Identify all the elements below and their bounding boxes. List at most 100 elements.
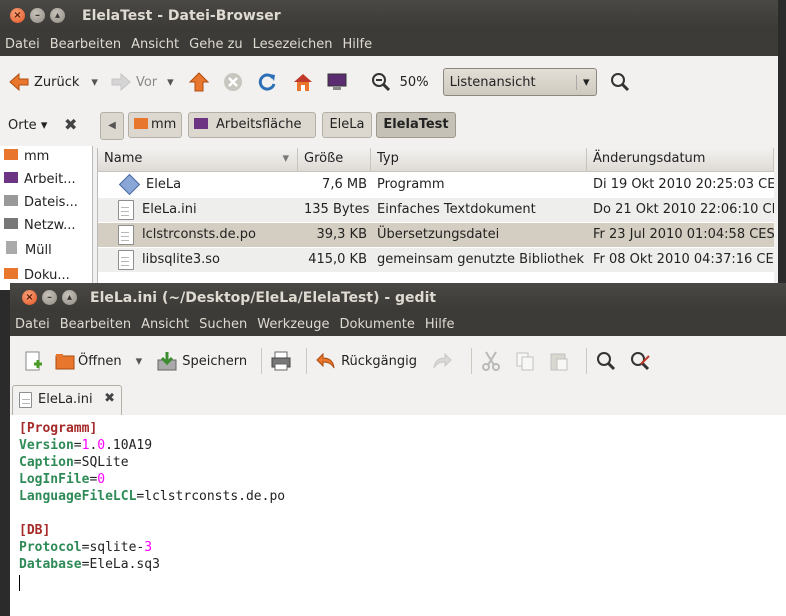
folder-icon [4,268,18,279]
menu-hilfe[interactable]: Hilfe [420,317,460,332]
sidebar-item-mm[interactable]: mm [4,149,49,164]
minimize-icon[interactable]: – [30,8,45,23]
menu-bearbeiten[interactable]: Bearbeiten [55,317,136,332]
menu-datei[interactable]: Datei [0,37,45,52]
cut-icon[interactable] [480,350,502,372]
search-icon[interactable] [595,350,617,372]
minimize-icon[interactable]: – [42,290,57,305]
menu-lesezeichen[interactable]: Lesezeichen [248,37,338,52]
forward-button[interactable]: Vor [110,71,157,93]
breadcrumb-arbeitsflaeche[interactable]: Arbeitsfläche [188,112,316,138]
places-sidebar: mm Arbeit... Dateis... Netzw... Müll Dok… [0,146,93,290]
window-title: EleLa.ini (~/Desktop/EleLa/ElelaTest) - … [90,290,437,306]
close-icon[interactable]: × [22,290,37,305]
search-icon[interactable] [609,71,631,93]
reload-icon[interactable] [256,71,278,93]
redo-icon[interactable] [431,350,453,372]
file-row[interactable]: EleLa.ini 135 Bytes Einfaches Textdokume… [98,198,774,222]
file-name-cell: lclstrconsts.de.po [98,223,298,247]
sidebar-item-dateisystem[interactable]: Dateis... [4,195,78,210]
open-button[interactable]: Öffnen [54,350,122,372]
new-document-icon[interactable] [22,350,44,372]
menu-dokumente[interactable]: Dokumente [335,317,420,332]
tab-strip: EleLa.ini ✖ [10,383,786,416]
arrow-right-icon [111,72,131,92]
breadcrumb-mm[interactable]: mm [128,112,182,138]
menu-bearbeiten[interactable]: Bearbeiten [45,37,126,52]
close-tab-icon[interactable]: ✖ [104,391,115,406]
menu-gehe-zu[interactable]: Gehe zu [184,37,248,52]
view-mode-select[interactable]: Listenansicht ▾ [442,68,597,96]
gedit-titlebar[interactable]: × – ▴ EleLa.ini (~/Desktop/EleLa/ElelaTe… [10,283,786,313]
column-header-name[interactable]: Name ▾ [98,148,298,172]
sidebar-item-label: Dateis... [24,195,78,210]
toolbar-separator [306,348,308,374]
file-row[interactable]: lclstrconsts.de.po 39,3 KB Übersetzungsd… [98,223,774,247]
menu-hilfe[interactable]: Hilfe [338,37,378,52]
file-browser-window: × – ▴ ElelaTest - Datei-Browser Datei Be… [0,0,778,290]
copy-icon[interactable] [514,350,536,372]
zoom-out-icon[interactable] [370,71,392,93]
code-line: Protocol=sqlite-3 [19,540,153,555]
tab-elela-ini[interactable]: EleLa.ini ✖ [12,385,122,415]
network-icon [4,218,18,229]
close-sidebar-icon[interactable]: ✖ [64,115,77,134]
forward-history-dropdown[interactable]: ▾ [167,75,174,90]
column-label: Änderungsdatum [593,151,706,166]
breadcrumb-elelatest[interactable]: ElelaTest [376,112,456,138]
breadcrumb-elela[interactable]: EleLa [322,112,372,138]
undo-label: Rückgängig [341,353,417,369]
menu-datei[interactable]: Datei [10,317,55,332]
file-name: libsqlite3.so [142,252,220,267]
maximize-icon[interactable]: ▴ [50,8,65,23]
column-header-size[interactable]: Größe [298,148,371,172]
arrow-up-icon[interactable] [188,71,210,93]
places-label: Orte [8,118,37,133]
file-name: EleLa.ini [142,202,197,217]
location-bar: Orte ▾ ✖ ◀ mm Arbeitsfläche EleLa ElelaT… [0,108,778,144]
file-type-cell: Programm [377,177,445,192]
close-icon[interactable]: × [10,8,25,23]
text-file-icon [19,391,32,408]
menu-werkzeuge[interactable]: Werkzeuge [252,317,334,332]
file-row[interactable]: EleLa 7,6 MB Programm Di 19 Okt 2010 20:… [98,173,774,197]
places-dropdown[interactable]: Orte ▾ [8,118,47,133]
maximize-icon[interactable]: ▴ [62,290,77,305]
paste-icon[interactable] [548,350,570,372]
stop-icon[interactable] [222,71,244,93]
column-header-date[interactable]: Änderungsdatum [587,148,774,172]
sidebar-item-muell[interactable]: Müll [4,241,52,258]
recent-files-dropdown[interactable]: ▾ [136,354,143,369]
text-cursor [19,575,20,591]
sidebar-item-netzwerk[interactable]: Netzw... [4,218,75,233]
trash-icon [6,241,17,254]
save-button[interactable]: Speichern [156,350,247,372]
column-header-type[interactable]: Typ [371,148,587,172]
ini-key: Caption [19,455,74,470]
back-history-dropdown[interactable]: ▾ [91,75,98,90]
file-size-cell: 135 Bytes [304,202,370,217]
path-back-button[interactable]: ◀ [100,112,124,140]
undo-button[interactable]: Rückgängig [315,350,417,372]
home-icon[interactable] [292,71,314,93]
sidebar-item-arbeitsflaeche[interactable]: Arbeit... [4,172,76,187]
sidebar-item-dokumente[interactable]: Doku... [4,268,70,283]
menu-ansicht[interactable]: Ansicht [126,37,184,52]
find-replace-icon[interactable] [629,350,651,372]
ini-value: lclstrconsts.de.po [144,489,286,504]
computer-icon[interactable] [326,71,348,93]
menu-suchen[interactable]: Suchen [194,317,252,332]
column-label: Größe [304,151,344,166]
file-type-cell: Einfaches Textdokument [377,202,536,217]
text-editor[interactable]: [Programm] Version=1.0.10A19 Caption=SQLit… [10,415,786,616]
chevron-down-icon: ▾ [576,74,590,90]
sidebar-item-label: Doku... [24,268,70,283]
file-date-cell: Fr 08 Okt 2010 04:37:16 CEST [593,252,774,267]
file-row[interactable]: libsqlite3.so 415,0 KB gemeinsam genutzt… [98,248,774,272]
print-icon[interactable] [270,350,292,372]
sidebar-item-label: mm [24,149,50,164]
ini-key: LanguageFileLCL [19,489,137,504]
menu-ansicht[interactable]: Ansicht [136,317,194,332]
file-browser-titlebar[interactable]: × – ▴ ElelaTest - Datei-Browser [0,0,778,32]
back-button[interactable]: Zurück [8,71,79,93]
